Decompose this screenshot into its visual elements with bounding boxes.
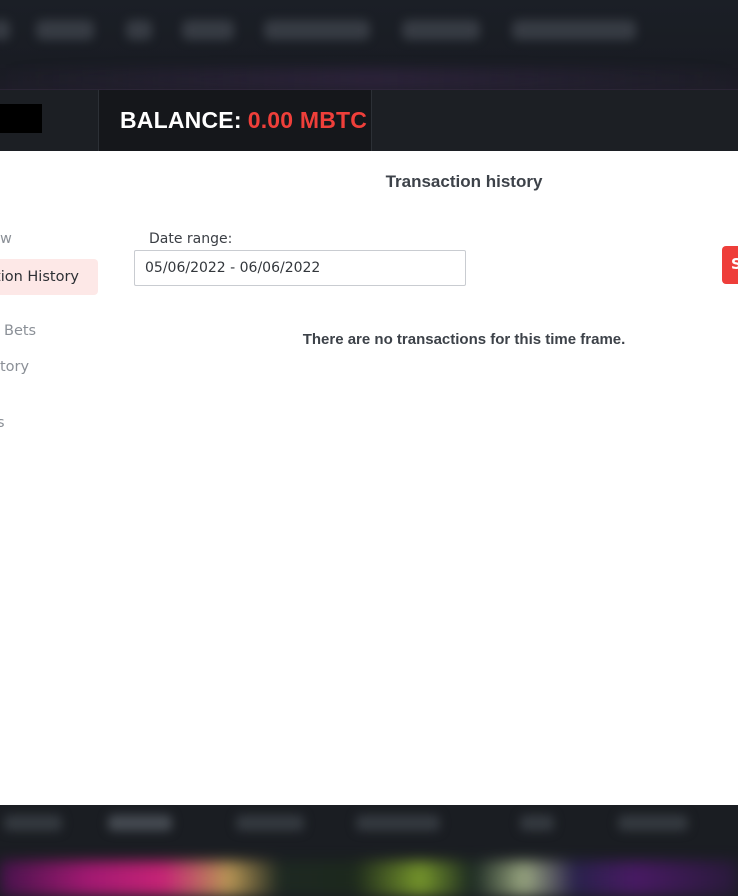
footer-link-blurred[interactable] (236, 815, 304, 831)
footer-link-blurred[interactable] (356, 815, 440, 831)
page-title: Transaction history (385, 172, 543, 191)
date-range-input[interactable] (134, 250, 466, 286)
sidebar-item-label: tion History (0, 269, 79, 285)
balance-value: 0.00 MBTC (247, 107, 368, 133)
sidebar-item-history[interactable]: tory (0, 359, 29, 375)
footer-link-blurred[interactable] (520, 815, 554, 831)
nav-glow (0, 68, 738, 90)
nav-item-blurred[interactable] (36, 20, 94, 40)
sidebar-item-transaction-history[interactable]: tion History (0, 259, 98, 295)
sidebar-item-overview[interactable]: w (0, 231, 12, 247)
footer (0, 805, 738, 896)
footer-link-blurred[interactable] (618, 815, 688, 831)
sidebar-item-settings[interactable]: s (0, 415, 5, 431)
search-button[interactable]: S (722, 246, 738, 284)
balance-label: BALANCE: (120, 107, 242, 133)
empty-state-message: There are no transactions for this time … (302, 331, 626, 348)
balance-display: BALANCE: 0.00 MBTC (98, 90, 372, 151)
footer-link-blurred[interactable] (108, 815, 172, 831)
search-button-label: S (731, 255, 738, 273)
payment-logos-strip (0, 861, 738, 896)
top-navigation (0, 0, 738, 90)
redacted-username (0, 104, 42, 133)
nav-item-blurred[interactable] (0, 20, 10, 40)
nav-item-blurred[interactable] (264, 20, 370, 40)
sidebar-item-label: tory (0, 359, 30, 375)
nav-item-blurred[interactable] (512, 20, 636, 40)
sidebar-item-label: w (0, 231, 12, 247)
nav-item-blurred[interactable] (182, 20, 234, 40)
sidebar-item-label: s (0, 415, 5, 431)
nav-item-blurred[interactable] (126, 20, 152, 40)
footer-link-blurred[interactable] (4, 815, 62, 831)
date-range-label: Date range: (149, 231, 233, 247)
nav-item-blurred[interactable] (402, 20, 480, 40)
